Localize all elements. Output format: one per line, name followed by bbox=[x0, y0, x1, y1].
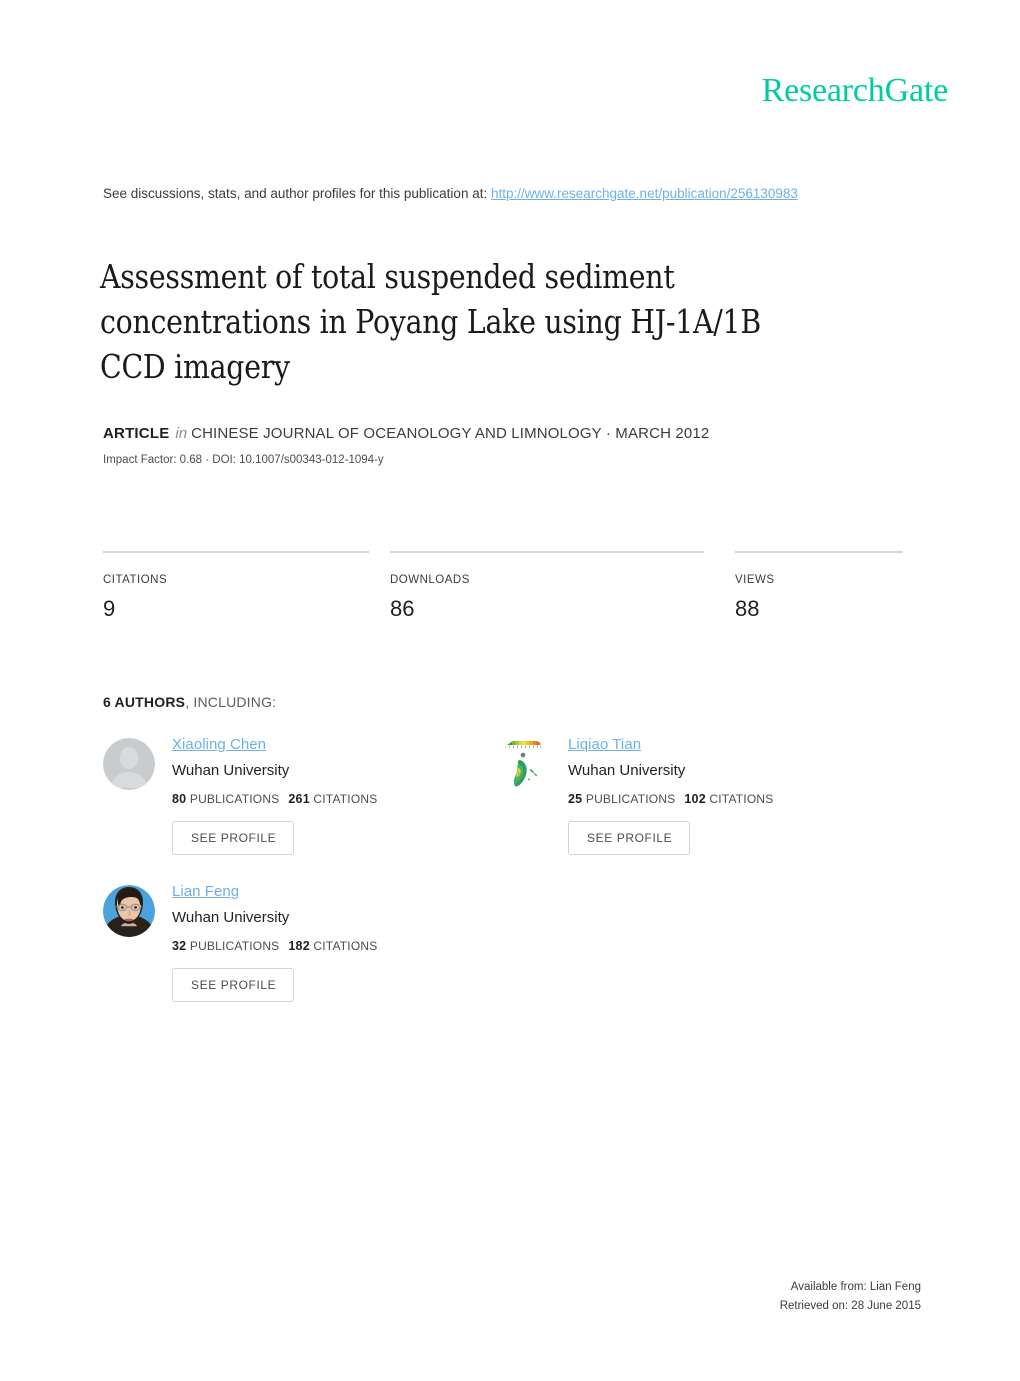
authors-including-label: , INCLUDING: bbox=[185, 694, 277, 710]
stat-value: 88 bbox=[735, 596, 760, 621]
retrieved-on-text: Retrieved on: 28 June 2015 bbox=[779, 1300, 921, 1312]
author-card-xiaoling-chen: Xiaoling Chen Wuhan University 80 PUBLIC… bbox=[103, 735, 499, 855]
stat-downloads: DOWNLOADS 86 bbox=[390, 551, 735, 622]
citations-label: CITATIONS bbox=[313, 792, 378, 806]
article-type-label: ARTICLE bbox=[103, 425, 170, 442]
authors-grid: Xiaoling Chen Wuhan University 80 PUBLIC… bbox=[103, 735, 903, 1002]
author-name-link[interactable]: Lian Feng bbox=[172, 883, 239, 900]
author-institution: Wuhan University bbox=[172, 909, 290, 926]
publications-label: PUBLICATIONS bbox=[189, 792, 280, 806]
stat-citations: CITATIONS 9 bbox=[103, 551, 390, 622]
see-profile-button[interactable]: SEE PROFILE bbox=[568, 821, 691, 855]
researchgate-logo[interactable]: ResearchGate bbox=[762, 74, 949, 108]
author-citations-count: 261 bbox=[288, 792, 310, 806]
discussion-prefix: See discussions, stats, and author profi… bbox=[103, 186, 488, 201]
stat-label: VIEWS bbox=[735, 574, 775, 586]
page-footer: Available from: Lian Feng Retrieved on: … bbox=[103, 1278, 921, 1316]
publications-label: PUBLICATIONS bbox=[189, 939, 280, 953]
author-stats: 25 PUBLICATIONS 102 CITATIONS bbox=[568, 791, 773, 808]
stat-value: 9 bbox=[103, 596, 116, 621]
author-card-lian-feng: Lian Feng Wuhan University 32 PUBLICATIO… bbox=[103, 882, 499, 1002]
see-profile-button[interactable]: SEE PROFILE bbox=[172, 821, 295, 855]
see-profile-button[interactable]: SEE PROFILE bbox=[172, 968, 295, 1002]
author-publications-count: 32 bbox=[172, 939, 187, 953]
authors-row: Xiaoling Chen Wuhan University 80 PUBLIC… bbox=[103, 735, 903, 855]
stat-label: DOWNLOADS bbox=[390, 574, 470, 586]
journal-name: CHINESE JOURNAL OF OCEANOLOGY AND LIMNOL… bbox=[191, 425, 710, 442]
author-info: Liqiao Tian Wuhan University 25 PUBLICAT… bbox=[568, 735, 773, 855]
author-publications-count: 80 bbox=[172, 792, 187, 806]
stat-divider bbox=[735, 551, 903, 553]
stat-views: VIEWS 88 bbox=[735, 551, 903, 622]
article-in-label: in bbox=[175, 425, 188, 442]
stat-divider bbox=[103, 551, 369, 553]
avatar-lake-map-thumbnail-icon bbox=[499, 738, 551, 790]
author-stats: 80 PUBLICATIONS 261 CITATIONS bbox=[172, 791, 377, 808]
available-from-text: Available from: Lian Feng bbox=[790, 1281, 921, 1293]
author-citations-count: 182 bbox=[288, 939, 310, 953]
author-citations-count: 102 bbox=[684, 792, 706, 806]
publications-label: PUBLICATIONS bbox=[585, 792, 676, 806]
authors-heading: 6 AUTHORS, INCLUDING: bbox=[103, 693, 276, 712]
author-publications-count: 25 bbox=[568, 792, 583, 806]
article-meta-line: ARTICLE in CHINESE JOURNAL OF OCEANOLOGY A… bbox=[103, 424, 709, 444]
authors-row: Lian Feng Wuhan University 32 PUBLICATIO… bbox=[103, 882, 903, 1002]
citations-label: CITATIONS bbox=[313, 939, 378, 953]
stat-label: CITATIONS bbox=[103, 574, 168, 586]
avatar-placeholder-person-icon bbox=[103, 738, 155, 790]
authors-count: 6 AUTHORS bbox=[103, 694, 186, 710]
stat-value: 86 bbox=[390, 596, 415, 621]
stat-divider bbox=[390, 551, 704, 553]
page-title: Assessment of total suspended sediment c… bbox=[100, 257, 761, 387]
author-card-liqiao-tian: Liqiao Tian Wuhan University 25 PUBLICAT… bbox=[499, 735, 895, 855]
citations-label: CITATIONS bbox=[709, 792, 774, 806]
discussion-line: See discussions, stats, and author profi… bbox=[103, 185, 798, 203]
author-info: Lian Feng Wuhan University 32 PUBLICATIO… bbox=[172, 882, 377, 1002]
author-info: Xiaoling Chen Wuhan University 80 PUBLIC… bbox=[172, 735, 377, 855]
author-name-link[interactable]: Liqiao Tian bbox=[568, 736, 641, 753]
author-name-link[interactable]: Xiaoling Chen bbox=[172, 736, 266, 753]
author-institution: Wuhan University bbox=[568, 762, 686, 779]
publication-url-link[interactable]: http://www.researchgate.net/publication/… bbox=[491, 186, 798, 201]
impact-factor-doi-line: Impact Factor: 0.68 · DOI: 10.1007/s0034… bbox=[103, 454, 384, 466]
author-stats: 32 PUBLICATIONS 182 CITATIONS bbox=[172, 938, 377, 955]
stats-row: CITATIONS 9 DOWNLOADS 86 VIEWS 88 bbox=[103, 551, 903, 622]
avatar-portrait-photo-icon bbox=[103, 885, 155, 937]
author-institution: Wuhan University bbox=[172, 762, 290, 779]
